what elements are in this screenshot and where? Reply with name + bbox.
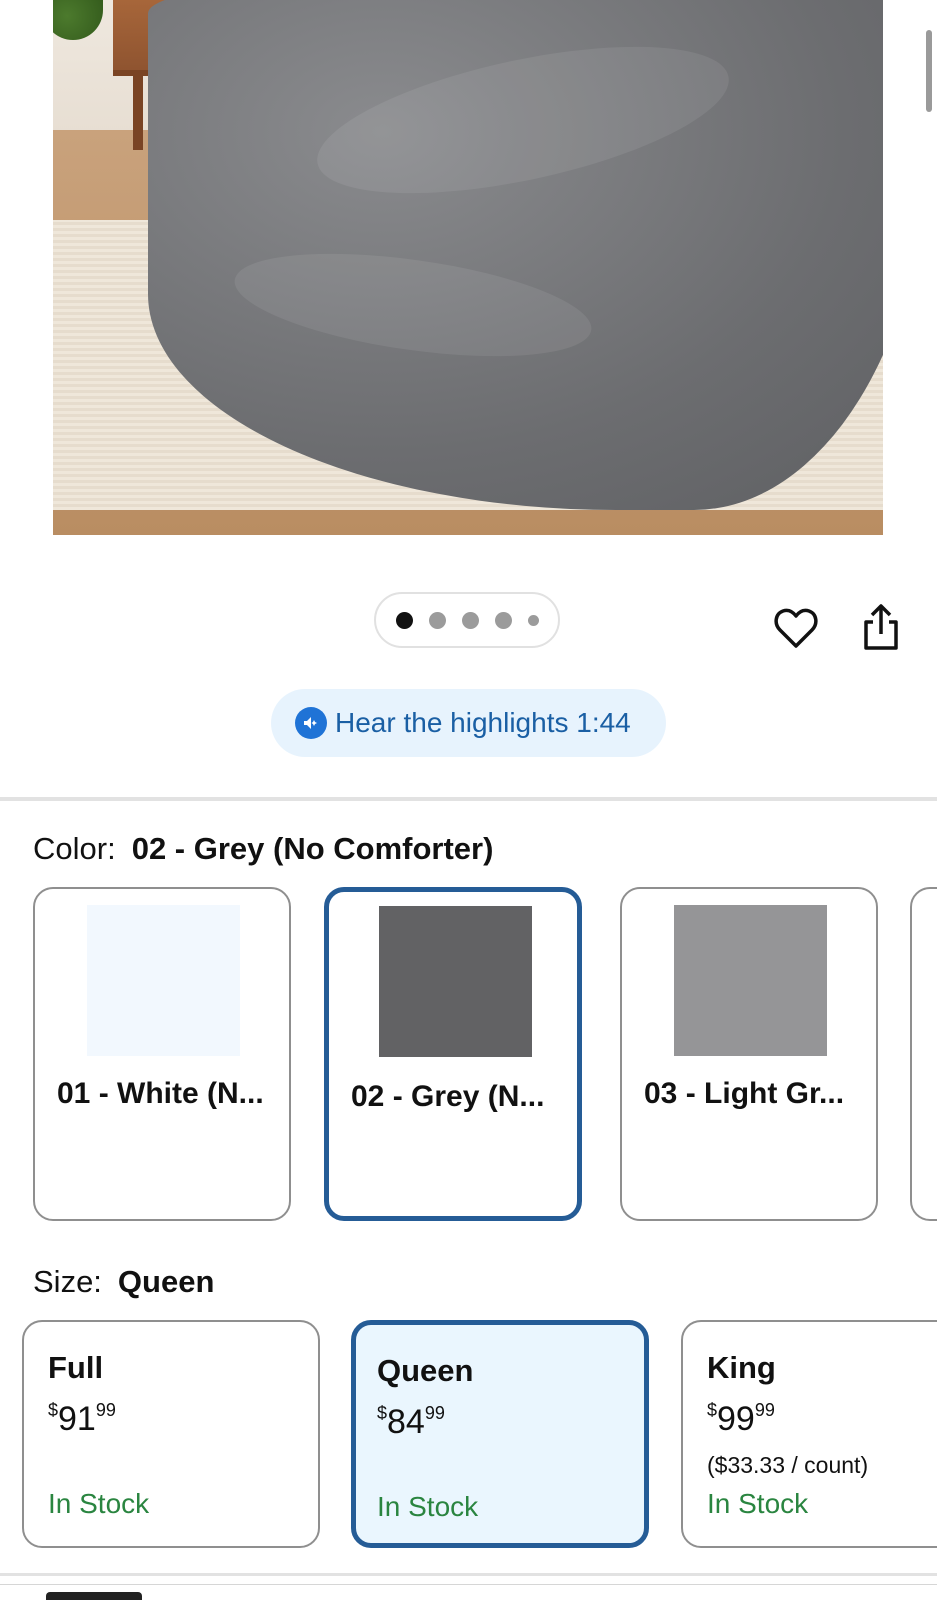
stock-status: In Stock	[48, 1488, 150, 1519]
pager-dot[interactable]	[395, 611, 413, 629]
color-option-more[interactable]	[910, 887, 937, 1221]
selected-color: 02 - Grey (No Comforter)	[131, 831, 494, 866]
color-swatch-grey	[379, 906, 532, 1057]
product-image[interactable]	[53, 0, 883, 535]
unit-price: ($33.33 / count)	[707, 1452, 869, 1478]
pager-dot[interactable]	[428, 611, 446, 629]
size-option-price: $9999	[707, 1400, 775, 1438]
color-option-grey[interactable]: 02 - Grey (N...	[324, 887, 582, 1221]
hear-highlights-button[interactable]: Hear the highlights 1:44	[271, 689, 666, 757]
stock-status: In Stock	[707, 1488, 809, 1519]
image-pager-dots[interactable]	[374, 592, 560, 648]
next-section-tab[interactable]	[46, 1592, 142, 1600]
size-option-name: King	[707, 1350, 776, 1385]
heart-icon[interactable]	[772, 604, 820, 652]
stock-status: In Stock	[377, 1491, 479, 1522]
color-swatch-light-grey	[674, 905, 827, 1056]
size-option-price: $8499	[377, 1403, 445, 1441]
pager-dot[interactable]	[527, 614, 539, 626]
section-divider	[0, 1573, 937, 1576]
size-label: Size: Queen	[33, 1264, 215, 1299]
size-option-full[interactable]: Full $9199 In Stock	[22, 1320, 320, 1548]
color-option-label: 02 - Grey (N...	[351, 1080, 545, 1113]
size-option-king[interactable]: King $9999 ($33.33 / count) In Stock	[681, 1320, 937, 1548]
color-option-white[interactable]: 01 - White (N...	[33, 887, 291, 1221]
color-option-label: 01 - White (N...	[57, 1077, 264, 1110]
audio-icon	[295, 707, 327, 739]
size-option-name: Queen	[377, 1353, 474, 1388]
hear-highlights-label: Hear the highlights 1:44	[335, 707, 631, 738]
color-option-label: 03 - Light Gr...	[644, 1077, 845, 1110]
color-label: Color: 02 - Grey (No Comforter)	[33, 831, 494, 866]
size-option-name: Full	[48, 1350, 104, 1385]
section-divider	[0, 797, 937, 801]
size-option-queen[interactable]: Queen $8499 In Stock	[351, 1320, 649, 1548]
color-swatch-white	[87, 905, 240, 1056]
pager-dot[interactable]	[461, 611, 479, 629]
scrollbar[interactable]	[926, 30, 932, 112]
color-option-light-grey[interactable]: 03 - Light Gr...	[620, 887, 878, 1221]
selected-size: Queen	[117, 1264, 215, 1299]
pager-dot[interactable]	[494, 611, 512, 629]
size-option-price: $9199	[48, 1400, 116, 1438]
share-icon[interactable]	[858, 602, 904, 652]
